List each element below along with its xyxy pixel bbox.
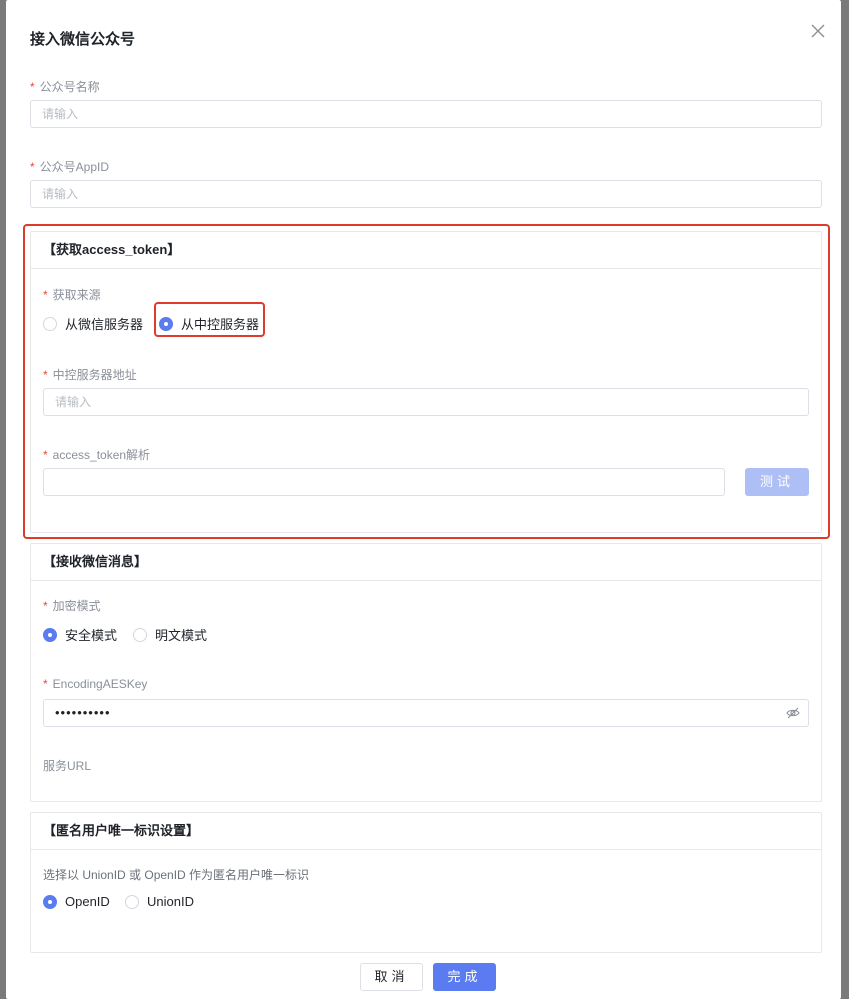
- appid-field-label: * 公众号AppID: [30, 160, 110, 174]
- appid-input[interactable]: 请输入: [30, 180, 822, 208]
- required-mark: *: [43, 677, 48, 691]
- test-button[interactable]: 测试: [745, 468, 809, 496]
- aes-key-label: * EncodingAESKey: [43, 677, 148, 691]
- name-input-placeholder: 请输入: [42, 107, 79, 121]
- cancel-button[interactable]: 取消: [360, 963, 423, 991]
- server-address-input[interactable]: 请输入: [43, 388, 809, 416]
- radio-circle: [125, 894, 139, 909]
- eye-hidden-icon[interactable]: [786, 706, 800, 720]
- radio-source-wechat[interactable]: 从微信服务器: [43, 314, 143, 333]
- required-mark: *: [30, 160, 35, 174]
- required-mark: *: [43, 288, 48, 302]
- name-input[interactable]: 请输入: [30, 100, 822, 128]
- token-parse-input[interactable]: [43, 468, 725, 496]
- source-field-label: * 获取来源: [43, 288, 101, 302]
- message-panel-title: 【接收微信消息】: [31, 544, 821, 581]
- required-mark: *: [30, 80, 35, 94]
- encrypt-mode-label: * 加密模式: [43, 599, 101, 613]
- page-backdrop-right: [841, 0, 849, 999]
- name-field-label: * 公众号名称: [30, 80, 100, 94]
- central-server-highlight-box: [154, 302, 265, 337]
- radio-openid[interactable]: OpenID: [43, 894, 110, 909]
- radio-circle-selected: [43, 894, 57, 909]
- aes-key-input[interactable]: ••••••••••: [43, 699, 809, 727]
- token-parse-label: * access_token解析: [43, 448, 151, 462]
- radio-circle: [133, 627, 147, 642]
- server-address-placeholder: 请输入: [55, 395, 92, 409]
- modal-title: 接入微信公众号: [30, 31, 136, 48]
- required-mark: *: [43, 448, 48, 462]
- required-mark: *: [43, 599, 48, 613]
- radio-unionid[interactable]: UnionID: [125, 894, 194, 909]
- confirm-button[interactable]: 完成: [433, 963, 496, 991]
- service-url-label: 服务URL: [43, 759, 92, 773]
- radio-secure-mode[interactable]: 安全模式: [43, 625, 117, 644]
- server-address-label: * 中控服务器地址: [43, 368, 137, 382]
- connect-wechat-modal: 接入微信公众号 * 公众号名称 请输入 * 公众号AppID 请输入 【获取acce…: [6, 0, 841, 999]
- radio-plain-mode[interactable]: 明文模式: [133, 625, 207, 644]
- anonymous-id-hint: 选择以 UnionID 或 OpenID 作为匿名用户唯一标识: [43, 868, 310, 882]
- message-panel: 【接收微信消息】: [30, 543, 822, 802]
- radio-circle: [43, 316, 57, 331]
- radio-circle-selected: [43, 627, 57, 642]
- close-icon[interactable]: [809, 22, 827, 40]
- appid-input-placeholder: 请输入: [42, 187, 79, 201]
- aes-key-masked-value: ••••••••••: [55, 705, 111, 720]
- required-mark: *: [43, 368, 48, 382]
- anonymous-id-panel-title: 【匿名用户唯一标识设置】: [31, 813, 821, 850]
